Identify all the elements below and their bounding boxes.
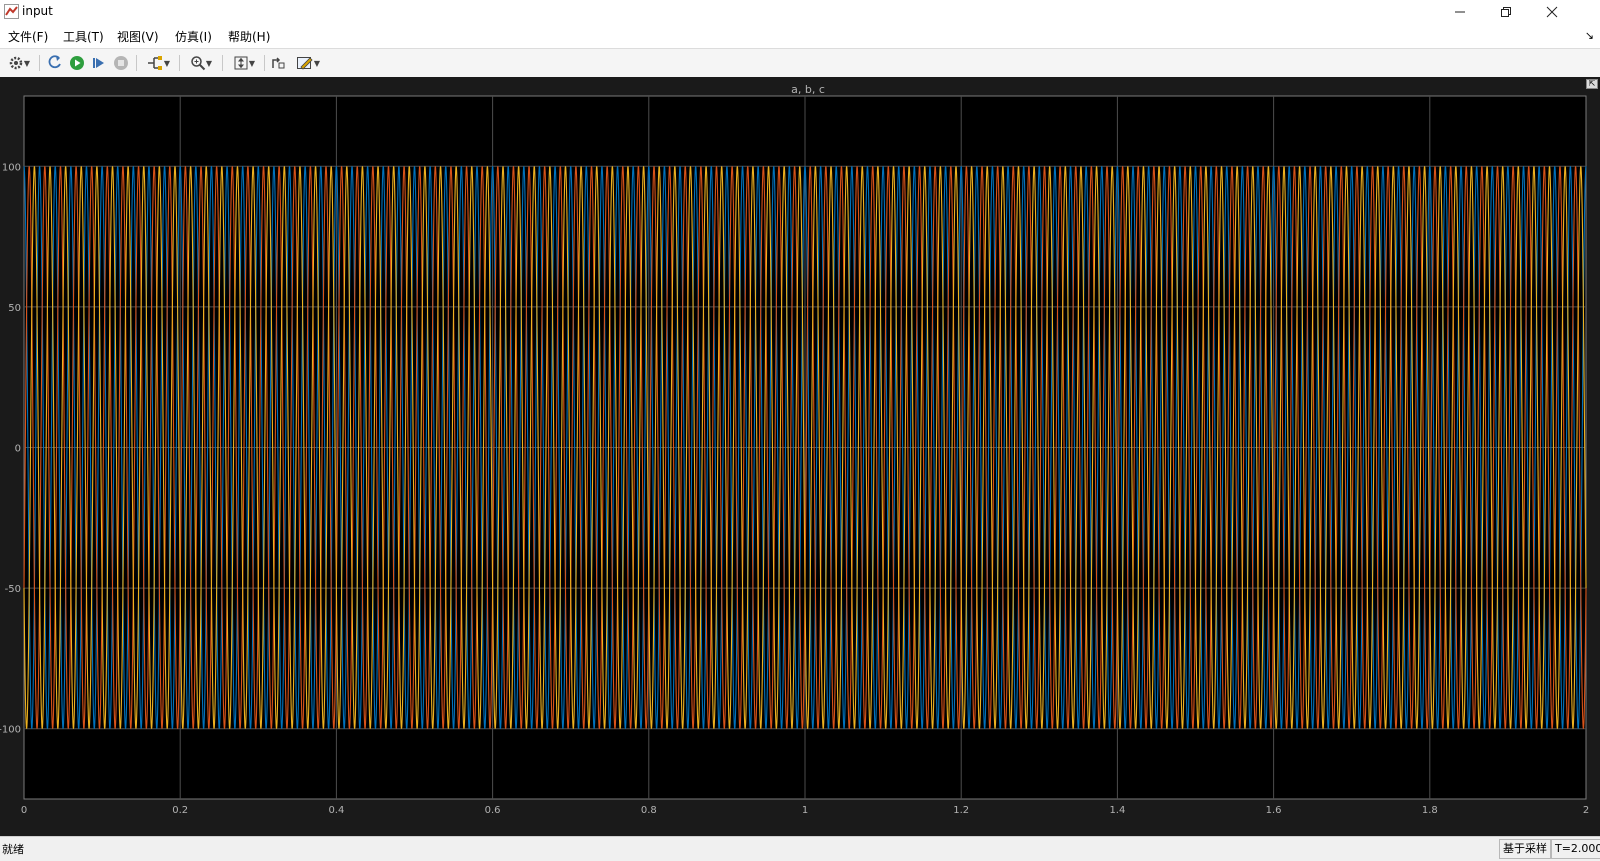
signal-tools-icon <box>147 56 162 70</box>
close-button[interactable] <box>1529 0 1575 24</box>
x-tick-label: 1.4 <box>1109 805 1125 816</box>
x-tick-label: 0.8 <box>641 805 657 816</box>
dropdown-arrow-icon: ▼ <box>313 58 321 68</box>
step-forward-icon <box>93 58 104 68</box>
y-tick-label: 0 <box>15 444 21 455</box>
autoscale-icon <box>234 56 248 70</box>
y-tick-label: -50 <box>5 584 21 595</box>
restore-button[interactable] <box>1483 0 1529 24</box>
restore-icon <box>48 55 61 69</box>
x-tick-label: 1.2 <box>953 805 969 816</box>
zoom-icon <box>191 56 206 71</box>
status-ready: 就绪 <box>2 843 24 856</box>
x-tick-label: 0.4 <box>328 805 344 816</box>
stop-icon <box>114 56 128 70</box>
dropdown-arrow-icon: ▼ <box>23 58 31 68</box>
x-tick-label: 0 <box>21 805 27 816</box>
run-button[interactable] <box>67 53 87 73</box>
dropdown-arrow-icon: ▼ <box>205 58 213 68</box>
autoscale-button[interactable]: ▼ <box>228 53 260 73</box>
status-bar: 就绪 基于采样 T=2.000 <box>0 836 1600 861</box>
x-tick-label: 0.6 <box>485 805 501 816</box>
toolbar-separator <box>222 55 223 71</box>
sample-mode-badge: 基于采样 <box>1499 839 1551 859</box>
dropdown-arrow-icon: ▼ <box>163 58 171 68</box>
x-tick-label: 0.2 <box>172 805 188 816</box>
highlight-block-button[interactable] <box>268 53 288 73</box>
title-bar: input <box>0 0 1600 24</box>
x-tick-label: 1.8 <box>1422 805 1438 816</box>
highlight-icon <box>272 57 285 69</box>
toolbar-separator <box>179 55 180 71</box>
restore-sim-button[interactable] <box>45 53 65 73</box>
toolbar-separator <box>39 55 40 71</box>
undock-icon[interactable]: ⇱ <box>1586 79 1598 89</box>
menu-file[interactable]: 文件(F) <box>8 28 48 45</box>
y-tick-label: 100 <box>2 162 21 173</box>
dropdown-arrow-icon: ▼ <box>248 58 256 68</box>
menu-tools[interactable]: 工具(T) <box>63 28 104 45</box>
y-tick-labels: 100 50 0 -50 -100 <box>0 162 21 735</box>
menu-view[interactable]: 视图(V) <box>117 28 159 45</box>
settings-button[interactable]: ▼ <box>4 53 34 73</box>
toolbar-separator <box>136 55 137 71</box>
x-tick-label: 1 <box>802 805 808 816</box>
x-tick-label: 2 <box>1583 805 1589 816</box>
close-icon <box>1546 6 1558 18</box>
minimize-button[interactable] <box>1437 0 1483 24</box>
scope-display: a, b, c 100 50 0 -50 -100 0 0.2 0.4 0.6 0.8 1 1.2 1… <box>0 77 1600 836</box>
style-button[interactable]: ▼ <box>291 53 325 73</box>
x-tick-label: 1.6 <box>1266 805 1282 816</box>
window-title: input <box>22 4 53 18</box>
toolbar: ▼ ▼ ▼ ▼ ▼ <box>0 48 1600 78</box>
plot-title: a, b, c <box>791 83 825 96</box>
minimize-icon <box>1455 11 1465 13</box>
restore-window-icon <box>1501 7 1511 17</box>
stop-button[interactable] <box>111 53 131 73</box>
x-tick-labels: 0 0.2 0.4 0.6 0.8 1 1.2 1.4 1.6 1.8 2 <box>21 805 1589 816</box>
step-forward-button[interactable] <box>89 53 109 73</box>
settings-icon <box>9 56 23 70</box>
y-tick-label: -100 <box>0 725 21 736</box>
run-icon <box>70 56 84 70</box>
menu-help[interactable]: 帮助(H) <box>228 28 270 45</box>
signal-tools-button[interactable]: ▼ <box>142 53 174 73</box>
scope-plot[interactable]: a, b, c 100 50 0 -50 -100 0 0.2 0.4 0.6 0.8 1 1.2 1… <box>0 77 1600 836</box>
toolbar-separator <box>264 55 265 71</box>
zoom-button[interactable]: ▼ <box>185 53 217 73</box>
y-tick-label: 50 <box>8 303 21 314</box>
simulation-time: T=2.000 <box>1551 839 1600 859</box>
style-icon <box>296 57 313 70</box>
menu-simulation[interactable]: 仿真(I) <box>175 28 212 45</box>
menu-bar: 文件(F) 工具(T) 视图(V) 仿真(I) 帮助(H) ↘ <box>0 25 1600 47</box>
matlab-app-icon <box>4 4 19 19</box>
dock-arrow-icon[interactable]: ↘ <box>1585 29 1594 42</box>
